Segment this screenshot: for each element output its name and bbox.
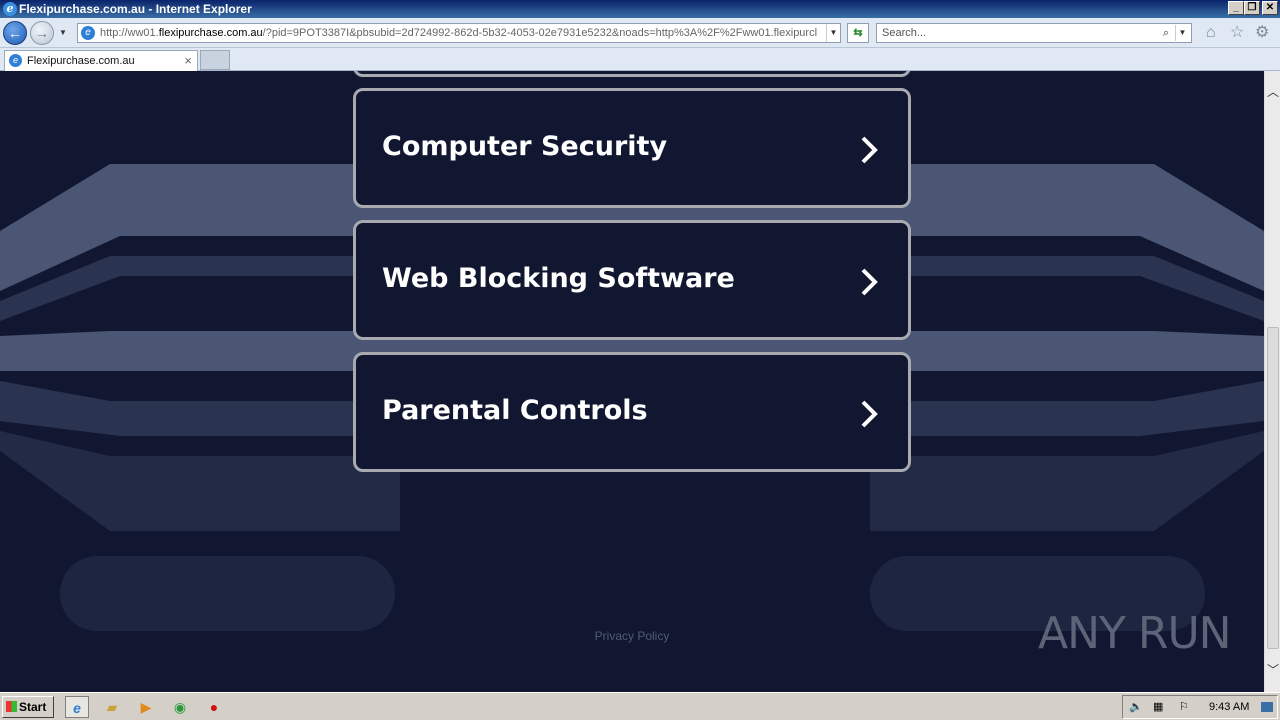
link-label: Web Blocking Software — [382, 263, 735, 294]
page-icon: e — [81, 26, 95, 40]
chevron-right-icon — [861, 268, 878, 296]
url-rest: /?pid=9POT3387I&pbsubid=2d724992-862d-5b… — [262, 27, 818, 39]
new-tab-button[interactable] — [200, 50, 230, 70]
tab-flexipurchase[interactable]: e Flexipurchase.com.au × — [4, 50, 198, 71]
chevron-right-icon — [861, 400, 878, 428]
anyrun-watermark: ANY RUN — [1038, 608, 1232, 659]
clock: 9:43 AM — [1209, 701, 1250, 713]
action-center-flag-icon[interactable]: ⚐ — [1179, 696, 1189, 718]
scroll-down-icon[interactable]: ﹀ — [1267, 661, 1279, 678]
page-content: Computer Security Web Blocking Software … — [0, 71, 1264, 692]
volume-icon[interactable]: 🔈 — [1129, 696, 1143, 718]
forward-button[interactable]: → — [30, 21, 54, 45]
minimize-button[interactable]: _ — [1228, 1, 1244, 15]
taskbar-explorer-icon[interactable]: ▰ — [100, 696, 124, 718]
address-bar[interactable]: e http://ww01.flexipurchase.com.au/?pid=… — [77, 23, 841, 43]
taskbar-chrome-icon[interactable]: ◉ — [168, 696, 192, 718]
vertical-scrollbar[interactable]: ︿ ﹀ — [1264, 71, 1280, 692]
url-prefix: http://ww01. — [100, 27, 159, 39]
tab-close-icon[interactable]: × — [184, 51, 192, 71]
search-box[interactable]: Search... ⌕ ▼ — [876, 23, 1192, 43]
tab-label: Flexipurchase.com.au — [27, 55, 135, 67]
start-button[interactable]: Start — [2, 696, 54, 718]
taskbar-ie-icon[interactable]: e — [65, 696, 89, 718]
link-parental-controls[interactable]: Parental Controls — [353, 352, 911, 472]
taskbar-media-player-icon[interactable]: ▶ — [134, 696, 158, 718]
link-web-blocking-software[interactable]: Web Blocking Software — [353, 220, 911, 340]
window-title: Flexipurchase.com.au - Internet Explorer — [19, 2, 252, 16]
back-button[interactable]: ← — [3, 21, 27, 45]
favorites-star-icon[interactable]: ☆ — [1230, 24, 1244, 42]
tab-bar: e Flexipurchase.com.au × — [0, 48, 1280, 71]
window-titlebar: e Flexipurchase.com.au - Internet Explor… — [0, 0, 1280, 18]
taskbar-stop-icon[interactable]: ● — [202, 696, 226, 718]
link-computer-security[interactable]: Computer Security — [353, 88, 911, 208]
scroll-thumb[interactable] — [1267, 327, 1279, 649]
bg-left-shape — [0, 431, 400, 531]
watermark-text: ANY RUN — [1038, 608, 1232, 659]
search-icon[interactable]: ⌕ — [1163, 24, 1169, 42]
bg-left-pill — [60, 556, 395, 631]
scroll-up-icon[interactable]: ︿ — [1267, 83, 1279, 100]
windows-flag-icon — [6, 701, 17, 712]
link-card-partial[interactable] — [353, 71, 911, 77]
address-dropdown-icon[interactable]: ▼ — [826, 24, 840, 42]
restore-button[interactable]: ❐ — [1244, 1, 1260, 15]
start-label: Start — [19, 700, 47, 714]
settings-gear-icon[interactable]: ⚙ — [1255, 24, 1269, 42]
chevron-right-icon — [861, 136, 878, 164]
close-button[interactable]: ✕ — [1262, 1, 1278, 15]
show-desktop-icon[interactable] — [1261, 702, 1273, 712]
home-icon[interactable]: ⌂ — [1206, 24, 1216, 42]
compatibility-refresh-button[interactable]: ⇆ — [847, 23, 869, 43]
link-label: Parental Controls — [382, 395, 648, 426]
system-tray: 🔈 ▦ ⚐ 9:43 AM — [1122, 695, 1278, 719]
network-icon[interactable]: ▦ — [1153, 696, 1163, 718]
taskbar: Start e ▰ ▶ ◉ ● 🔈 ▦ ⚐ 9:43 AM — [0, 692, 1280, 720]
navigation-bar: ← → ▼ e http://ww01.flexipurchase.com.au… — [0, 18, 1280, 48]
url-domain: flexipurchase.com.au — [158, 27, 263, 39]
tab-favicon-icon: e — [9, 54, 22, 67]
search-placeholder: Search... — [882, 27, 927, 39]
search-dropdown-icon[interactable]: ▼ — [1175, 25, 1189, 41]
bg-right-shape — [870, 431, 1264, 531]
history-dropdown-icon[interactable]: ▼ — [59, 28, 67, 37]
ie-logo-icon: e — [3, 2, 17, 16]
link-label: Computer Security — [382, 131, 668, 162]
